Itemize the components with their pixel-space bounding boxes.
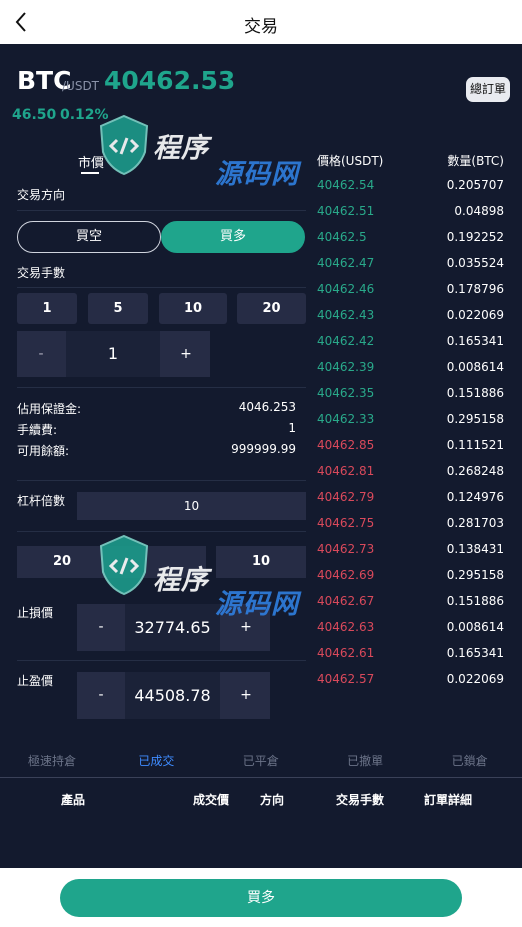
divider: [17, 210, 306, 211]
margin-value: 4046.253: [238, 400, 296, 414]
orderbook-qty: 0.124976: [446, 490, 504, 504]
orderbook-qty: 0.281703: [446, 516, 504, 530]
orderbook-qty: 0.295158: [446, 412, 504, 426]
fee-label: 手續費:: [17, 423, 58, 437]
leverage-label: 杠杆倍數: [17, 494, 66, 508]
fee-value: 1: [288, 421, 296, 435]
orderbook-qty: 0.295158: [446, 568, 504, 582]
col-order-detail: 訂單詳細: [424, 793, 473, 807]
take-profit-minus-button[interactable]: -: [77, 672, 125, 719]
orderbook-qty: 0.192252: [446, 230, 504, 244]
quick-lot-10[interactable]: 10: [159, 293, 227, 324]
orderbook-price[interactable]: 40462.39: [317, 360, 374, 374]
stop-loss-label: 止損價: [17, 606, 54, 620]
quick-lot-1[interactable]: 1: [17, 293, 77, 324]
submit-buy-button[interactable]: 買多: [60, 879, 462, 917]
lots-value[interactable]: 1: [66, 331, 160, 377]
buy-short-button[interactable]: 買空: [17, 221, 161, 253]
orderbook-qty: 0.008614: [446, 620, 504, 634]
col-lots: 交易手數: [336, 793, 385, 807]
positions-tab[interactable]: 已平倉: [209, 752, 313, 769]
orderbook-price[interactable]: 40462.81: [317, 464, 374, 478]
divider: [17, 287, 306, 288]
buy-long-button[interactable]: 買多: [161, 221, 305, 253]
orderbook-qty: 0.04898: [454, 204, 504, 218]
positions-tab[interactable]: 已成交: [104, 752, 208, 769]
orderbook-qty: 0.022069: [446, 672, 504, 686]
leverage-input[interactable]: 10: [77, 492, 306, 520]
orderbook-qty: 0.138431: [446, 542, 504, 556]
orderbook-price[interactable]: 40462.54: [317, 178, 374, 192]
orderbook-price[interactable]: 40462.46: [317, 282, 374, 296]
orderbook-price[interactable]: 40462.43: [317, 308, 374, 322]
watermark: 程序 源码网: [95, 112, 325, 192]
orderbook-price[interactable]: 40462.63: [317, 620, 374, 634]
orderbook-qty: 0.151886: [446, 386, 504, 400]
orderbook-price[interactable]: 40462.79: [317, 490, 374, 504]
orderbook-qty: 0.151886: [446, 594, 504, 608]
balance-label: 可用餘額:: [17, 444, 70, 458]
orderbook-price[interactable]: 40462.69: [317, 568, 374, 582]
orderbook-price[interactable]: 40462.75: [317, 516, 374, 530]
watermark-text-a: 程序: [153, 133, 209, 164]
orderbook-qty: 0.165341: [446, 646, 504, 660]
watermark-text-a: 程序: [153, 565, 209, 596]
orderbook-price[interactable]: 40462.61: [317, 646, 374, 660]
margin-label: 佔用保證金:: [17, 402, 82, 416]
watermark-shield-icon: [99, 114, 149, 176]
orderbook-price[interactable]: 40462.85: [317, 438, 374, 452]
divider: [17, 480, 306, 481]
lots-minus-button[interactable]: -: [17, 331, 65, 377]
total-orders-button[interactable]: 總訂單: [466, 77, 510, 102]
orderbook-price[interactable]: 40462.67: [317, 594, 374, 608]
orderbook-price[interactable]: 40462.57: [317, 672, 374, 686]
orderbook-qty: 0.022069: [446, 308, 504, 322]
lots-label: 交易手數: [17, 266, 66, 280]
orderbook-price[interactable]: 40462.5: [317, 230, 367, 244]
orderbook-price[interactable]: 40462.73: [317, 542, 374, 556]
orderbook-qty: 0.268248: [446, 464, 504, 478]
take-profit-input[interactable]: 44508.78: [125, 672, 220, 719]
take-profit-label: 止盈價: [17, 674, 54, 688]
col-product: 產品: [61, 793, 86, 807]
orderbook-qty-header: 數量(BTC): [447, 154, 504, 168]
orderbook-price-header: 價格(USDT): [317, 154, 384, 168]
quick-lot-20[interactable]: 20: [237, 293, 306, 324]
last-price: 40462.53: [104, 66, 236, 95]
orderbook-price[interactable]: 40462.51: [317, 204, 374, 218]
positions-tab[interactable]: 已鎖倉: [418, 752, 522, 769]
orderbook-price[interactable]: 40462.33: [317, 412, 374, 426]
orderbook-qty: 0.165341: [446, 334, 504, 348]
page-title: 交易: [244, 17, 278, 37]
quote-currency: /USDT: [62, 79, 100, 93]
orderbook-qty: 0.035524: [446, 256, 504, 270]
watermark-shield-icon: [99, 534, 149, 596]
quick-lot-5[interactable]: 5: [88, 293, 148, 324]
watermark-text-b: 源码网: [215, 159, 299, 190]
watermark-text-b: 源码网: [215, 589, 299, 620]
col-direction: 方向: [260, 793, 285, 807]
divider: [17, 387, 306, 388]
watermark: 程序 源码网: [95, 532, 325, 620]
take-profit-plus-button[interactable]: +: [222, 672, 270, 719]
leverage-option-label: 20: [52, 554, 72, 569]
positions-tab[interactable]: 已撤單: [313, 752, 417, 769]
balance-value: 999999.99: [231, 442, 296, 456]
col-fill-price: 成交價: [193, 793, 230, 807]
divider: [17, 660, 306, 661]
orderbook-price[interactable]: 40462.42: [317, 334, 374, 348]
price-change: 46.50: [12, 107, 57, 123]
orderbook-qty: 0.008614: [446, 360, 504, 374]
positions-tab[interactable]: 極速持倉: [0, 752, 104, 769]
orderbook-qty: 0.178796: [446, 282, 504, 296]
orderbook-qty: 0.111521: [446, 438, 504, 452]
orderbook-qty: 0.205707: [446, 178, 504, 192]
orderbook-price[interactable]: 40462.35: [317, 386, 374, 400]
divider: [0, 777, 522, 778]
direction-label: 交易方向: [17, 188, 66, 202]
orderbook-price[interactable]: 40462.47: [317, 256, 374, 270]
lots-plus-button[interactable]: +: [162, 331, 210, 377]
